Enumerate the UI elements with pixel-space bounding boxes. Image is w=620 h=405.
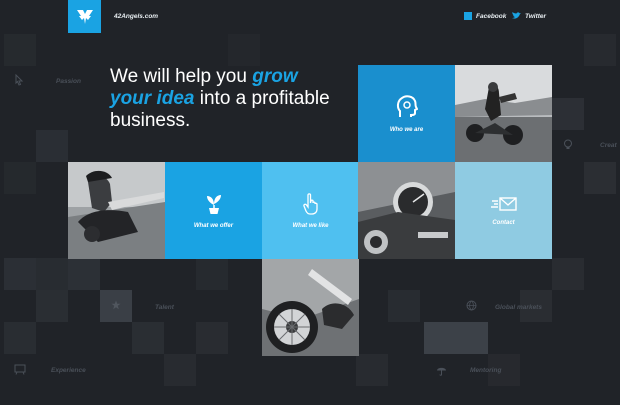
head-icon: [396, 94, 418, 117]
facebook-label: Facebook: [476, 12, 507, 20]
contact-label: Contact: [492, 219, 515, 226]
rider-road-photo: [455, 65, 552, 162]
hero-line2-post: into a profitable: [194, 88, 330, 109]
bg-label-global-markets: Global markets: [495, 304, 542, 311]
biker-closeup-photo: [68, 162, 165, 259]
logo-angel-icon: [76, 9, 93, 24]
bg-label-creativity: Creat: [600, 142, 617, 149]
hero-line3: business.: [110, 110, 191, 131]
twitter-label: Twitter: [525, 12, 547, 20]
chalkboard-icon: [14, 364, 26, 375]
twitter-bird-icon: [512, 12, 521, 19]
bg-label-talent: Talent: [155, 304, 174, 311]
logo[interactable]: [68, 0, 101, 33]
what-we-offer-tile[interactable]: What we offer: [165, 162, 262, 259]
chopper-wheel-photo: [262, 259, 359, 356]
what-we-offer-label: What we offer: [193, 222, 234, 229]
hero-line1-pre: We will help you: [110, 66, 253, 87]
star-icon: [111, 300, 121, 310]
facebook-link[interactable]: Facebook: [464, 12, 506, 20]
bg-label-experience: Experience: [51, 367, 86, 374]
plant-icon: [206, 194, 221, 214]
pointer-hand-icon: [302, 192, 318, 215]
contact-tile[interactable]: Contact: [455, 162, 552, 259]
twitter-link[interactable]: Twitter: [512, 12, 546, 20]
envelope-icon: [490, 196, 517, 211]
bg-label-mentoring: Mentoring: [470, 367, 502, 374]
globe-icon: [466, 300, 477, 311]
what-we-like-tile[interactable]: What we like: [262, 162, 359, 259]
lightbulb-icon: [564, 139, 572, 149]
who-we-are-tile[interactable]: Who we are: [358, 65, 455, 162]
hero-line1-highlight: grow: [252, 66, 298, 87]
cursor-icon: [15, 74, 24, 86]
facebook-icon: [464, 12, 472, 20]
site-name[interactable]: 42Angels.com: [114, 13, 158, 20]
motorcycle-gauges-photo: [358, 162, 455, 259]
who-we-are-label: Who we are: [389, 126, 424, 133]
hero-line2-highlight: your idea: [110, 88, 195, 109]
hero-headline: We will help you grow your idea into a p…: [110, 66, 360, 132]
umbrella-icon: [437, 367, 446, 376]
what-we-like-label: What we like: [292, 222, 329, 229]
bg-label-passion: Passion: [56, 78, 81, 85]
